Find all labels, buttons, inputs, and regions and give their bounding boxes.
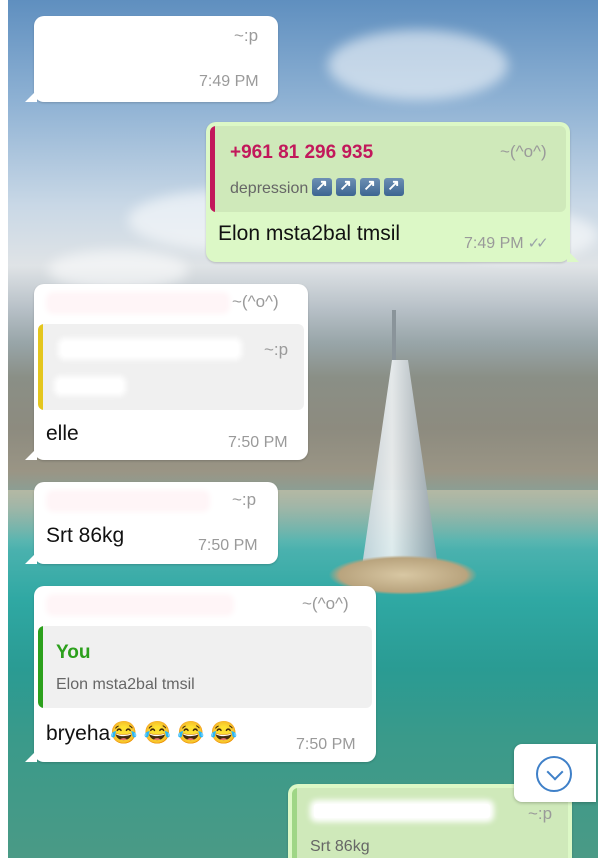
redacted-quoted-sender [62,342,238,356]
message-text: Srt 86kg [46,524,125,547]
incoming-message-5[interactable]: ~(^o^) You Elon msta2bal tmsil bryeha😂😂😂… [25,586,376,762]
quoted-sender-tilde: ~(^o^) [500,142,547,161]
quoted-message[interactable]: +961 81 296 935 ~(^o^) depression [210,126,566,212]
redacted-quoted-text [58,380,122,392]
quoted-sender-you: You [56,642,91,663]
arrow-up-right-icon [336,176,357,196]
incoming-message-4[interactable]: ~:p Srt 86kg 7:50 PM [25,482,278,564]
arrow-up-right-icon [360,176,381,196]
sender-tilde: ~(^o^) [232,292,279,311]
message-time: 7:49 PM [199,73,259,90]
arrow-up-right-icon [384,176,405,196]
arrow-up-right-icon [312,176,333,196]
redacted-text [48,64,138,78]
incoming-message-1[interactable]: ~:p 7:49 PM [25,16,278,102]
read-receipt-icon: ✓✓ [527,235,549,252]
message-text: Elon msta2bal tmsil [218,222,401,245]
quoted-sender-tilde: ~:p [264,340,289,359]
redacted-quoted-sender [314,804,490,818]
redacted-sender [50,296,226,310]
quoted-sender-tilde: ~:p [528,804,553,823]
burj-al-arab-image [360,360,440,580]
quoted-message[interactable]: You Elon msta2bal tmsil [38,626,372,708]
quoted-message[interactable]: ~:p [38,324,304,410]
message-time: 7:49 PM ✓✓ [464,235,549,252]
sender-tilde: ~(^o^) [302,594,349,613]
scroll-to-bottom-button[interactable] [514,744,596,802]
quoted-text: Elon msta2bal tmsil [56,676,195,693]
incoming-message-3[interactable]: ~(^o^) ~:p elle 7:50 PM [25,284,308,460]
message-time: 7:50 PM [198,537,258,554]
sender-tilde: ~:p [234,26,259,45]
redacted-sender [50,494,206,508]
redacted-sender [50,598,230,612]
message-text: bryeha😂😂😂😂 [46,720,244,745]
laughing-emoji: 😂😂😂😂 [110,720,244,745]
message-text: elle [46,422,79,445]
message-time: 7:50 PM [228,434,288,451]
quoted-sender-number: +961 81 296 935 [230,142,374,163]
sender-tilde: ~:p [232,490,257,509]
outgoing-message-2[interactable]: +961 81 296 935 ~(^o^) depression Elon m… [206,122,579,262]
message-time: 7:50 PM [296,736,356,753]
quoted-text: Srt 86kg [310,838,370,855]
quoted-text: depression [230,176,405,198]
scroll-down-icon [536,756,572,792]
redacted-sender [48,28,228,42]
